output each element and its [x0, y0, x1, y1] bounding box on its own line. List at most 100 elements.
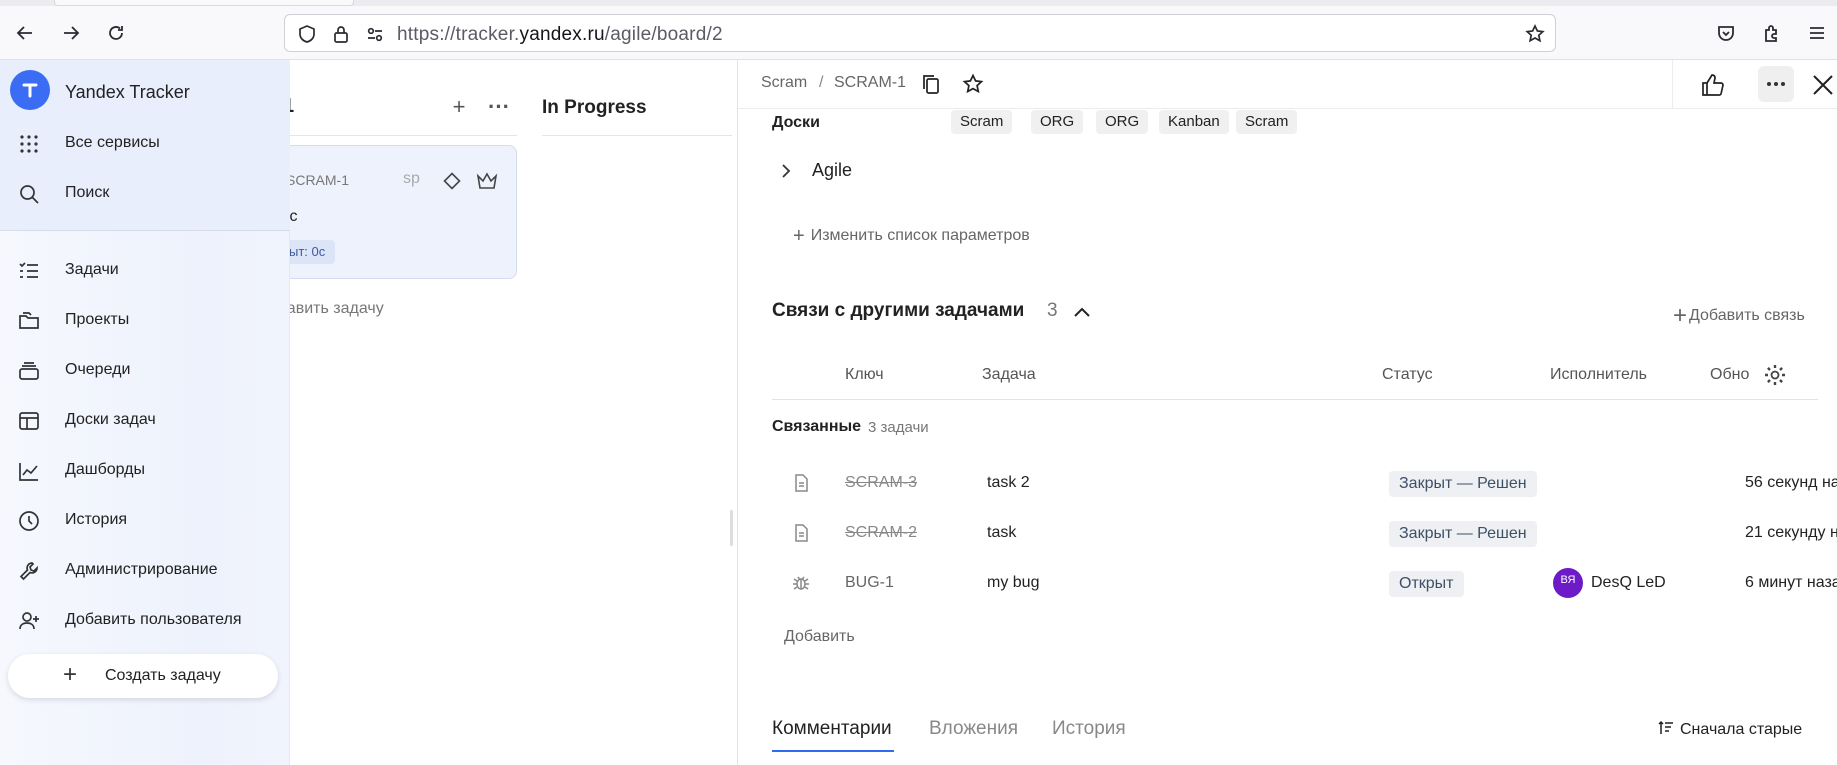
board-add-task-link[interactable]: бавить задачу — [278, 300, 384, 318]
nav-item-tasks[interactable]: Задачи — [0, 251, 290, 291]
group-count: 3 задачи — [868, 419, 929, 436]
crown-icon[interactable] — [476, 172, 498, 190]
linked-task-row[interactable]: SCRAM-2 task Закрыт — Решен 21 секунду н… — [772, 508, 1837, 558]
chevron-up-icon[interactable] — [1071, 302, 1093, 324]
agile-section-label[interactable]: Agile — [812, 160, 852, 181]
column-header-status[interactable]: Статус — [1382, 366, 1433, 384]
board-card[interactable]: SCRAM-1 sp ic ыт: 0с — [255, 145, 517, 279]
nav-all-services[interactable]: Все сервисы — [0, 124, 290, 164]
document-icon — [792, 474, 810, 492]
add-link-button[interactable]: + Добавить связь — [1673, 302, 1805, 330]
plus-icon: + — [1673, 302, 1688, 329]
reload-button[interactable] — [101, 18, 131, 48]
board-tag[interactable]: Kanban — [1159, 110, 1229, 134]
panel-resize-handle[interactable] — [730, 510, 733, 546]
extensions-button[interactable] — [1757, 18, 1787, 48]
nav-item-dashboards[interactable]: Дашборды — [0, 451, 290, 491]
hamburger-icon — [1810, 27, 1824, 39]
site-permissions-icon[interactable] — [365, 24, 385, 44]
column-header-assignee[interactable]: Исполнитель — [1550, 366, 1647, 384]
nav-search[interactable]: Поиск — [0, 174, 290, 214]
queues-icon — [18, 360, 40, 382]
add-column-task-button[interactable]: + — [447, 96, 471, 120]
nav-item-label: Проекты — [65, 311, 130, 328]
linked-task-key[interactable]: SCRAM-2 — [845, 524, 917, 542]
app-title[interactable]: Yandex Tracker — [65, 82, 190, 103]
add-linked-task-link[interactable]: Добавить — [784, 628, 855, 646]
breadcrumb-project[interactable]: Scram — [761, 74, 807, 92]
plus-icon: + — [63, 661, 78, 688]
links-section-title: Связи с другими задачами — [772, 300, 1025, 321]
linked-task-title[interactable]: task — [987, 524, 1016, 542]
linked-task-title[interactable]: my bug — [987, 574, 1039, 592]
nav-item-add-user[interactable]: Добавить пользователя — [0, 601, 290, 641]
shield-icon[interactable] — [297, 24, 317, 44]
chevron-right-icon[interactable] — [778, 163, 794, 182]
tab-comments[interactable]: Комментарии — [772, 718, 892, 740]
nav-item-projects[interactable]: Проекты — [0, 301, 290, 341]
sort-order-button[interactable]: Сначала старые — [1658, 720, 1802, 741]
close-icon[interactable] — [1808, 70, 1837, 100]
table-header-divider — [772, 399, 1818, 400]
group-label: Связанные — [772, 418, 862, 435]
status-badge[interactable]: Закрыт — Решен — [1389, 521, 1537, 547]
card-key: SCRAM-1 — [286, 172, 350, 188]
pocket-button[interactable] — [1711, 18, 1741, 48]
linked-task-row[interactable]: BUG-1 my bug Открыт ВЯ DesQ LeD 6 минут … — [772, 558, 1837, 608]
diamond-icon[interactable] — [443, 172, 461, 190]
menu-button[interactable] — [1802, 18, 1832, 48]
breadcrumb-issue-key[interactable]: SCRAM-1 — [834, 74, 906, 92]
board-tag[interactable]: ORG — [1031, 110, 1084, 134]
nav-item-administration[interactable]: Администрирование — [0, 551, 290, 591]
status-badge[interactable]: Открыт — [1389, 571, 1464, 597]
wrench-icon — [18, 560, 40, 582]
column-header-task[interactable]: Задача — [982, 366, 1036, 384]
board-tag[interactable]: Scram — [1236, 110, 1298, 134]
linked-task-updated: 21 секунду наз — [1745, 524, 1837, 541]
edit-params-link[interactable]: + Изменить список параметров — [793, 225, 1030, 248]
linked-task-key[interactable]: BUG-1 — [845, 574, 894, 592]
create-task-button[interactable]: + Создать задачу — [8, 654, 278, 698]
linked-task-title[interactable]: task 2 — [987, 474, 1030, 492]
gear-icon[interactable] — [1763, 363, 1787, 387]
url-text[interactable]: https://tracker.yandex.ru/agile/board/2 — [397, 24, 723, 46]
nav-item-boards[interactable]: Доски задач — [0, 401, 290, 441]
more-actions-button[interactable] — [1758, 66, 1794, 102]
search-icon — [18, 183, 40, 205]
back-button[interactable] — [10, 18, 40, 48]
column-header-updated[interactable]: Обно — [1710, 366, 1749, 384]
avatar[interactable]: ВЯ — [1553, 568, 1583, 598]
board-tag[interactable]: Scram — [951, 110, 1013, 134]
board-column-title-in-progress: In Progress — [542, 97, 647, 118]
linked-task-row[interactable]: SCRAM-3 task 2 Закрыт — Решен 56 секунд … — [772, 458, 1837, 508]
tracker-logo-icon[interactable] — [10, 70, 50, 110]
tab-attachments[interactable]: Вложения — [929, 718, 1018, 740]
url-prefix: https://tracker. — [397, 24, 520, 45]
page: 1 + ··· In Progress SCRAM-1 sp ic ыт: 0с… — [0, 60, 1837, 765]
thumbs-up-icon[interactable] — [1698, 70, 1728, 100]
nav-item-history[interactable]: История — [0, 501, 290, 541]
column-divider — [542, 135, 732, 136]
tab-history[interactable]: История — [1052, 718, 1126, 740]
reload-icon — [109, 26, 123, 40]
more-horizontal-icon — [1767, 82, 1785, 86]
linked-task-assignee[interactable]: DesQ LeD — [1591, 574, 1666, 592]
board-tag[interactable]: ORG — [1096, 110, 1149, 134]
status-badge[interactable]: Закрыт — Решен — [1389, 471, 1537, 497]
active-tab[interactable] — [54, 0, 354, 6]
column-more-button[interactable]: ··· — [487, 96, 511, 120]
linked-task-key[interactable]: SCRAM-3 — [845, 474, 917, 492]
star-icon[interactable] — [962, 73, 984, 95]
lock-icon[interactable] — [331, 24, 351, 44]
edit-params-label: Изменить список параметров — [810, 227, 1030, 244]
nav-item-label: Администрирование — [65, 561, 218, 578]
document-icon — [792, 524, 810, 542]
column-header-key[interactable]: Ключ — [845, 366, 884, 384]
card-story-points[interactable]: sp — [403, 170, 420, 188]
links-count: 3 — [1047, 300, 1058, 321]
forward-button[interactable] — [56, 18, 86, 48]
nav-item-queues[interactable]: Очереди — [0, 351, 290, 391]
bookmark-star-icon[interactable] — [1525, 24, 1545, 44]
copy-icon[interactable] — [920, 73, 942, 95]
url-bar[interactable]: https://tracker.yandex.ru/agile/board/2 — [284, 14, 1556, 52]
